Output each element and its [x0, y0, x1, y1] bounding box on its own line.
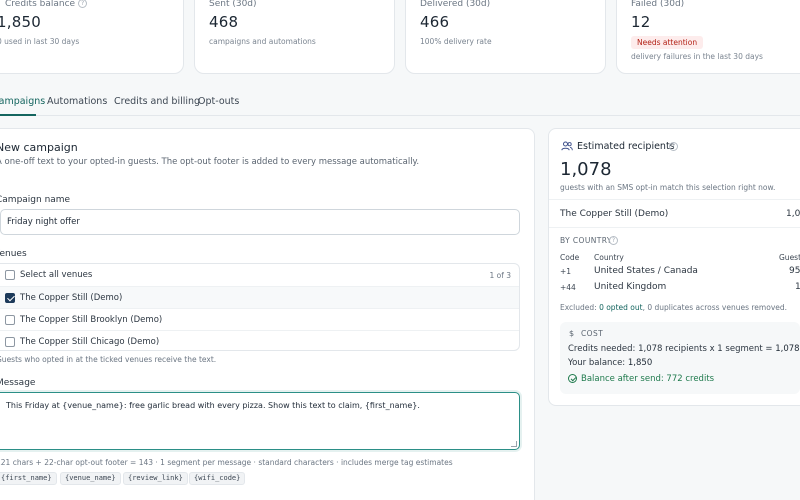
- message-value: This Friday at {venue_name}: free garlic…: [6, 401, 420, 410]
- stat-sub: 100% delivery rate: [420, 37, 492, 46]
- select-all-label: Select all venues: [20, 270, 93, 280]
- credits-needed: Credits needed: 1,078 recipients x 1 seg…: [568, 344, 800, 354]
- recipients-title: Estimated recipients: [577, 141, 675, 152]
- excluded-suffix: , 0 duplicates across venues removed.: [642, 303, 788, 312]
- venue-name: The Copper Still (Demo): [560, 209, 669, 219]
- resize-handle-icon[interactable]: [511, 441, 517, 447]
- dollar-icon: $: [569, 329, 575, 338]
- venue-row[interactable]: The Copper Still (Demo): [0, 286, 519, 308]
- balance-after-send: Balance after send: 772 credits: [581, 374, 715, 384]
- stat-value: 1,850: [0, 13, 41, 31]
- merge-tag-chip[interactable]: {venue_name}: [60, 472, 121, 485]
- stat-card-sent: Sent (30d) 468 campaigns and automations: [194, 0, 395, 74]
- panel-description: A one-off text to your opted-in guests. …: [0, 157, 420, 167]
- cost-label: COST: [581, 329, 604, 338]
- merge-tag-chip[interactable]: {first_name}: [0, 472, 57, 485]
- status-badge: Needs attention: [631, 36, 704, 49]
- campaign-name-input[interactable]: Friday night offer: [0, 209, 520, 235]
- venue-name: The Copper Still (Demo): [20, 293, 123, 303]
- venue-list: Select all venues 1 of 3 The Copper Stil…: [0, 263, 520, 351]
- venue-row[interactable]: The Copper Still Brooklyn (Demo): [0, 308, 519, 330]
- divider: [549, 199, 800, 200]
- message-label: Message: [0, 378, 36, 388]
- stat-sub: campaigns and automations: [209, 37, 316, 46]
- message-meta: 121 chars + 22-char opt-out footer = 143…: [0, 458, 453, 467]
- credits-needed-text: Credits needed: 1,078 recipients x 1 seg…: [568, 344, 773, 354]
- excluded-prefix: Excluded:: [560, 303, 597, 312]
- divider: [549, 227, 800, 228]
- help-icon[interactable]: ?: [669, 142, 678, 151]
- venue-name: The Copper Still Chicago (Demo): [20, 337, 160, 347]
- country-name: United States / Canada: [594, 266, 698, 276]
- venue-checkbox-checked[interactable]: [5, 293, 15, 303]
- country-code: +44: [560, 283, 576, 292]
- stat-card-failed: Failed (30d) 12 Needs attention delivery…: [616, 0, 800, 74]
- stat-value: 466: [420, 13, 450, 31]
- country-code: +1: [560, 267, 572, 276]
- excluded-note: Excluded: 0 opted out, 0 duplicates acro…: [560, 303, 787, 312]
- country-guests: 121: [795, 282, 800, 292]
- tab-bar: Campaigns Automations Credits and billin…: [0, 90, 800, 116]
- stat-card-credits-balance: Credits balance? 1,850 0 used in last 30…: [0, 0, 184, 74]
- select-all-row[interactable]: Select all venues 1 of 3: [0, 264, 519, 286]
- venues-label: Venues: [0, 249, 27, 259]
- help-icon[interactable]: ?: [78, 0, 88, 8]
- column-header-code: Code: [560, 253, 580, 262]
- balance: Your balance: 1,850: [568, 358, 652, 368]
- stat-label: Failed (30d): [631, 0, 685, 9]
- balance-value: 1,850: [627, 358, 653, 368]
- venues-help-text: Guests who opted in at the ticked venues…: [0, 355, 217, 364]
- country-name: United Kingdom: [594, 282, 667, 292]
- balance-text: Your balance:: [568, 358, 626, 368]
- active-tab-indicator: [0, 114, 36, 116]
- column-header-country: Country: [594, 253, 624, 262]
- tab-credits-and-billing[interactable]: Credits and billing: [114, 96, 200, 107]
- stat-value: 12: [631, 13, 651, 31]
- venue-checkbox[interactable]: [5, 315, 15, 325]
- select-all-checkbox[interactable]: [5, 270, 15, 280]
- campaign-name-label: Campaign name: [0, 195, 71, 205]
- help-icon[interactable]: ?: [609, 236, 618, 245]
- tab-campaigns[interactable]: Campaigns: [0, 96, 45, 107]
- venue-count: 1 of 3: [489, 271, 511, 280]
- by-country-label: BY COUNTRY: [560, 236, 612, 245]
- merge-tag-chip[interactable]: {wifi_code}: [189, 472, 246, 485]
- check-circle-icon: [568, 374, 577, 383]
- venue-name: The Copper Still Brooklyn (Demo): [20, 315, 163, 325]
- message-textarea[interactable]: This Friday at {venue_name}: free garlic…: [0, 392, 520, 450]
- campaign-name-value: Friday night offer: [7, 217, 80, 227]
- panel-title: New campaign: [0, 141, 78, 154]
- stat-sub: delivery failures in the last 30 days: [631, 52, 763, 61]
- column-header-guests: Guests: [779, 253, 800, 262]
- stat-label: Sent (30d): [209, 0, 257, 9]
- stat-value: 468: [209, 13, 239, 31]
- merge-tag-chip[interactable]: {review_link}: [123, 472, 188, 485]
- tab-opt-outs[interactable]: Opt-outs: [198, 96, 239, 107]
- stat-label: Delivered (30d): [420, 0, 491, 9]
- country-guests: 957: [789, 266, 800, 276]
- opted-out-link[interactable]: 0 opted out: [599, 303, 643, 312]
- credits-needed-value: 1,078: [775, 344, 800, 354]
- venue-row[interactable]: The Copper Still Chicago (Demo): [0, 330, 519, 352]
- venue-checkbox[interactable]: [5, 337, 15, 347]
- stat-card-delivered: Delivered (30d) 466 100% delivery rate: [405, 0, 606, 74]
- recipients-sub: guests with an SMS opt-in match this sel…: [560, 183, 776, 192]
- tab-automations[interactable]: Automations: [47, 96, 107, 107]
- stat-sub: 0 used in last 30 days: [0, 37, 80, 46]
- stat-label: Credits balance?: [5, 0, 88, 9]
- venue-recipient-count: 1,078: [786, 209, 800, 219]
- recipients-count: 1,078: [560, 159, 612, 180]
- people-icon: [561, 141, 573, 151]
